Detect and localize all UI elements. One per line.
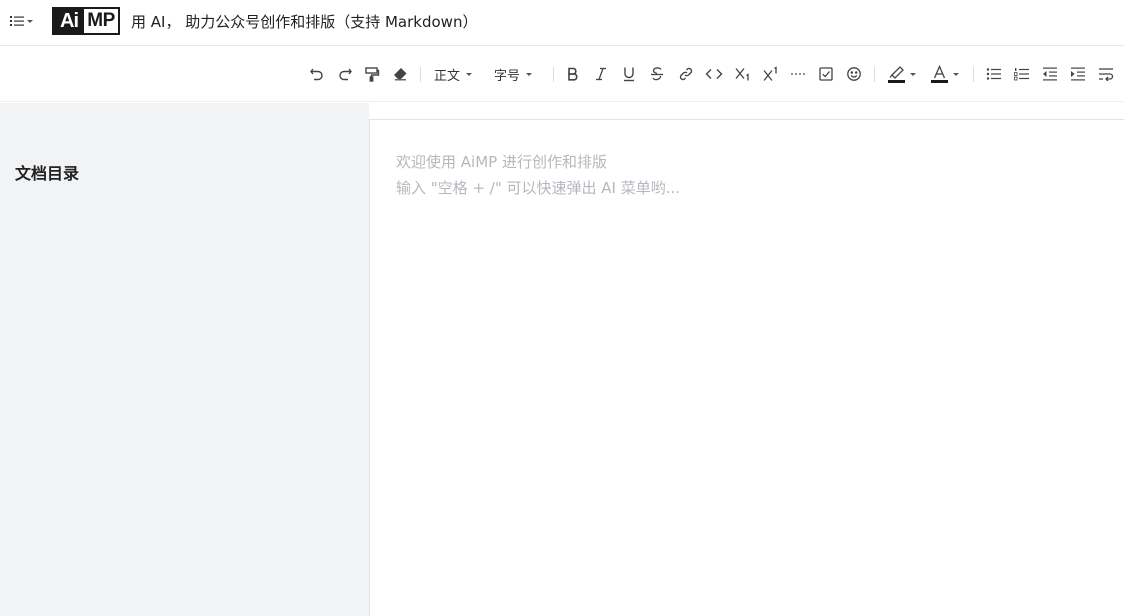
clear-format-button[interactable]	[392, 65, 408, 83]
toolbar-divider	[553, 67, 554, 82]
checkbox-icon	[819, 67, 833, 81]
undo-button[interactable]	[309, 65, 325, 83]
app-slogan: 用 AI， 助力公众号创作和排版（支持 Markdown）	[131, 13, 478, 31]
menu-button[interactable]	[10, 12, 33, 30]
text-color-swatch	[931, 80, 948, 83]
highlight-color-button[interactable]	[887, 65, 917, 83]
outdent-icon	[1043, 67, 1057, 81]
underline-icon	[624, 67, 634, 82]
underline-button[interactable]	[622, 65, 636, 83]
horizontal-rule-icon	[791, 73, 805, 75]
redo-button[interactable]	[337, 65, 353, 83]
task-list-button[interactable]	[818, 65, 834, 83]
editor-placeholder-line2: 输入 "空格 + /" 可以快速弹出 AI 菜单哟...	[396, 179, 681, 197]
text-wrap-icon	[1099, 68, 1114, 81]
ordered-list-icon	[1014, 68, 1029, 81]
bold-icon	[568, 67, 578, 81]
subscript-button[interactable]	[734, 65, 752, 83]
emoji-button[interactable]	[846, 65, 862, 83]
code-icon	[705, 69, 723, 79]
formatting-toolbar: 正文 字号	[0, 47, 1124, 102]
redo-icon	[339, 68, 352, 81]
bold-button[interactable]	[566, 65, 580, 83]
toolbar-divider	[874, 67, 875, 82]
toolbar-divider	[973, 67, 974, 82]
sidebar: 文档目录	[0, 103, 369, 616]
ordered-list-button[interactable]	[1014, 65, 1030, 83]
paragraph-style-label: 正文	[434, 68, 461, 84]
eraser-icon	[394, 68, 407, 81]
font-color-icon	[931, 65, 948, 83]
format-painter-button[interactable]	[364, 65, 380, 83]
chevron-down-icon	[953, 72, 959, 76]
list-menu-icon	[10, 12, 24, 31]
aimp-logo[interactable]: Ai MP	[52, 7, 120, 35]
chevron-down-icon	[466, 72, 473, 76]
bullet-list-icon	[986, 68, 1001, 80]
code-button[interactable]	[705, 65, 723, 83]
paragraph-style-select[interactable]: 正文	[434, 65, 473, 84]
indent-button[interactable]	[1070, 65, 1086, 83]
strikethrough-button[interactable]	[650, 65, 664, 83]
top-bar: Ai MP 用 AI， 助力公众号创作和排版（支持 Markdown）	[0, 0, 1124, 46]
text-color-button[interactable]	[930, 65, 960, 83]
superscript-icon	[763, 66, 777, 81]
bullet-list-button[interactable]	[986, 65, 1002, 83]
text-wrap-button[interactable]	[1098, 65, 1114, 83]
subscript-icon	[735, 68, 749, 81]
highlighter-icon	[888, 65, 905, 83]
format-painter-icon	[365, 67, 380, 82]
font-size-label: 字号	[494, 68, 521, 84]
emoji-icon	[847, 67, 861, 81]
font-size-select[interactable]: 字号	[494, 65, 533, 84]
chevron-down-icon	[526, 72, 533, 76]
horizontal-rule-button[interactable]	[790, 65, 806, 83]
italic-button[interactable]	[594, 65, 608, 83]
logo-mp: MP	[87, 10, 115, 31]
highlight-color-swatch	[888, 80, 905, 83]
chevron-down-icon	[27, 19, 33, 23]
chevron-down-icon	[910, 72, 916, 76]
editor-area[interactable]: 欢迎使用 AiMP 进行创作和排版 输入 "空格 + /" 可以快速弹出 AI …	[369, 119, 1124, 616]
undo-icon	[310, 68, 323, 81]
editor-placeholder-line1: 欢迎使用 AiMP 进行创作和排版	[396, 153, 607, 171]
toc-title: 文档目录	[15, 164, 80, 183]
link-icon	[679, 67, 693, 81]
toolbar-divider	[420, 67, 421, 82]
superscript-button[interactable]	[762, 65, 780, 83]
strikethrough-icon	[651, 67, 663, 81]
indent-icon	[1071, 67, 1085, 81]
outdent-button[interactable]	[1042, 65, 1058, 83]
logo-ai: Ai	[54, 9, 84, 33]
italic-icon	[596, 67, 606, 81]
link-button[interactable]	[678, 65, 694, 83]
